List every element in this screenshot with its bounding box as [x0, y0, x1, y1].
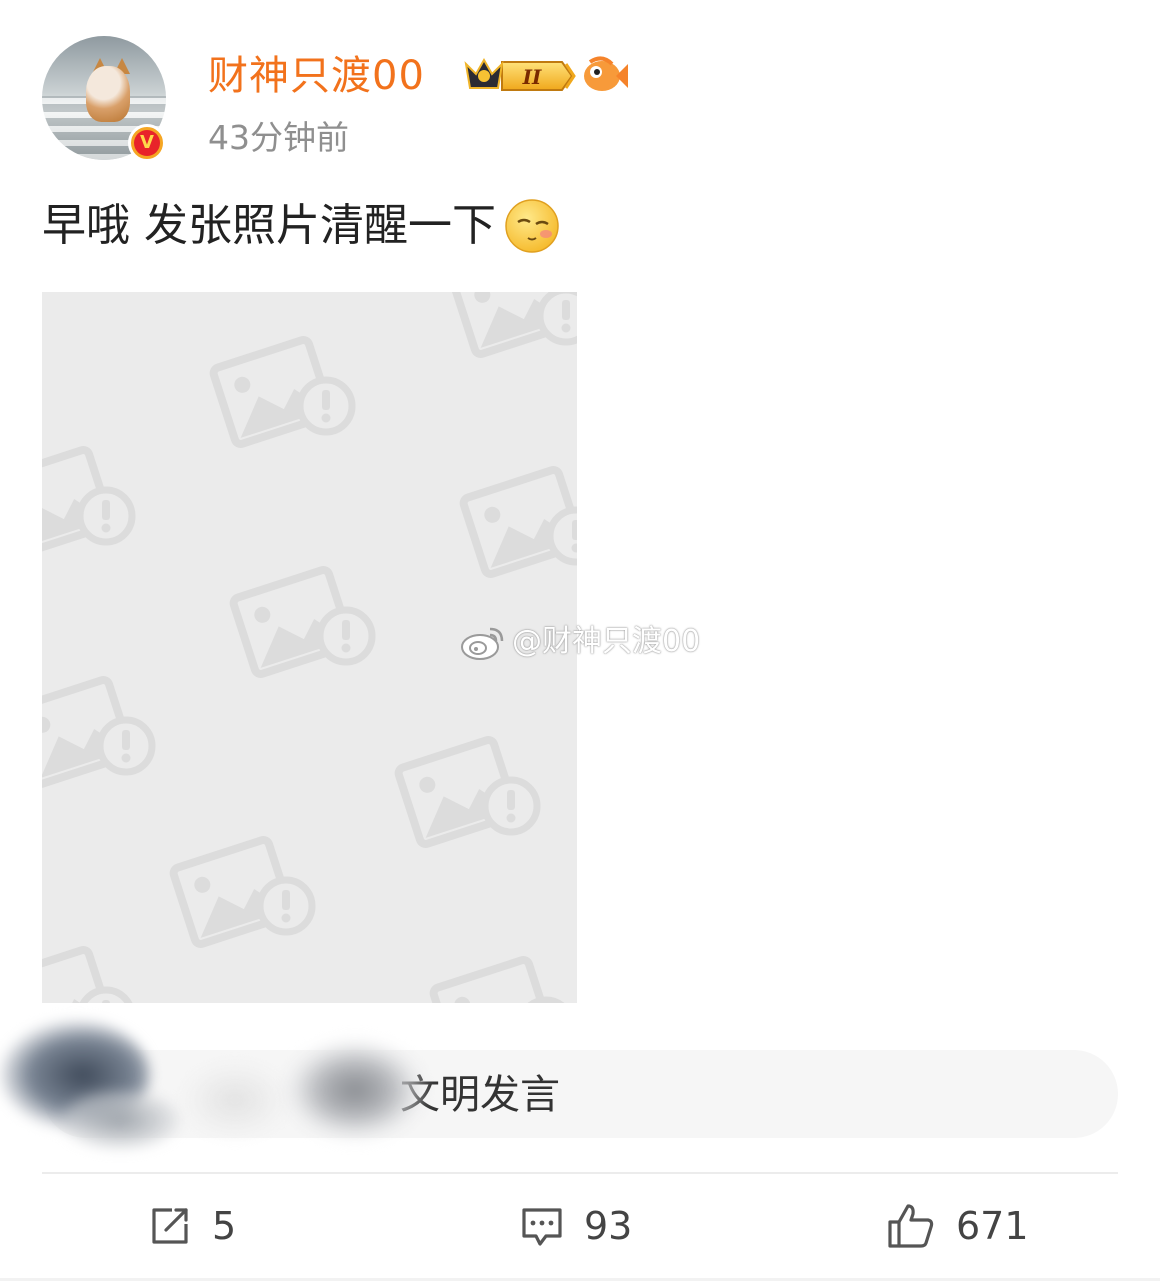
verified-badge-label: V — [134, 130, 160, 156]
post-content: 早哦 发张照片清醒一下 — [42, 196, 560, 256]
username[interactable]: 财神只渡00 — [208, 48, 425, 104]
image-error-icon — [432, 959, 572, 1003]
repost-icon — [152, 1208, 188, 1244]
like-button[interactable]: 671 — [886, 1198, 1029, 1254]
image-watermark: @财神只渡00 — [460, 622, 700, 662]
comment-icon — [522, 1208, 562, 1246]
watermark-text: @财神只渡00 — [512, 624, 701, 659]
fish-icon[interactable] — [582, 52, 630, 98]
repost-button[interactable]: 5 — [148, 1198, 236, 1254]
image-error-icon — [397, 739, 537, 846]
comment-button[interactable]: 93 — [520, 1198, 632, 1254]
crown-level-badge-icon[interactable]: II — [462, 54, 576, 98]
divider — [42, 1172, 1118, 1174]
image-error-icon — [42, 679, 152, 786]
like-count: 671 — [956, 1204, 1029, 1248]
comment-count: 93 — [584, 1204, 633, 1248]
avatar-cat — [86, 66, 130, 122]
level-badge-label: II — [522, 65, 542, 89]
verified-badge-icon: V — [128, 124, 166, 162]
blurred-region — [180, 1060, 290, 1140]
image-error-icon — [462, 469, 577, 576]
repost-count: 5 — [212, 1204, 237, 1248]
image-error-icon — [452, 292, 577, 355]
blurred-region — [60, 1090, 180, 1150]
image-error-icon — [232, 569, 372, 676]
image-error-icon — [172, 839, 312, 946]
post-text: 早哦 发张照片清醒一下 — [42, 200, 496, 251]
post-time: 43分钟前 — [208, 118, 349, 157]
sleepy-face-emoji-icon — [505, 199, 559, 253]
image-error-icon — [42, 449, 132, 556]
weibo-logo-icon — [461, 627, 504, 660]
image-error-icon — [42, 949, 132, 1003]
blurred-region — [285, 1040, 425, 1140]
image-error-icon — [212, 339, 352, 446]
thumbs-up-icon — [888, 1204, 934, 1248]
